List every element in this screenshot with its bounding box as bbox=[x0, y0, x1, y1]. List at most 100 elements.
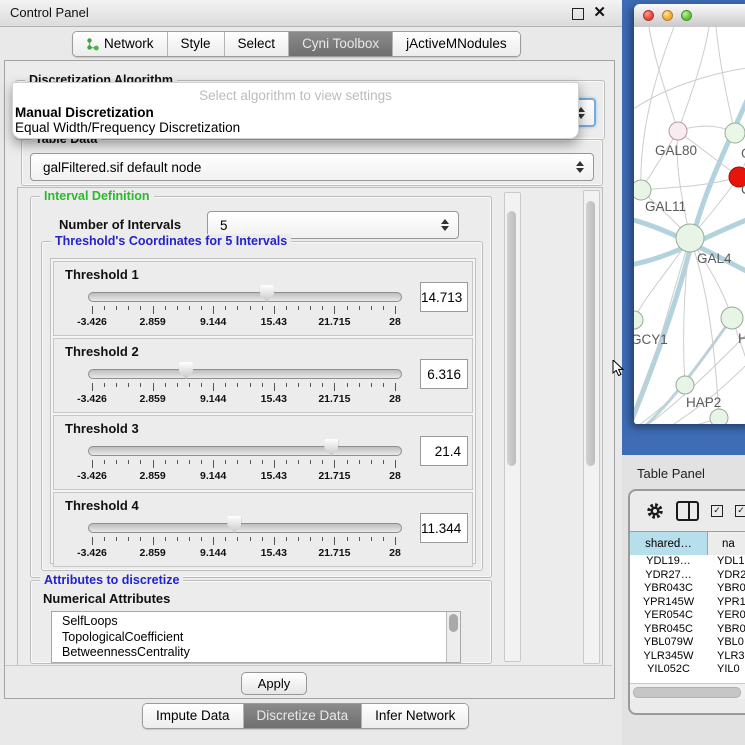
table-data-combobox[interactable]: galFiltered.sif default node bbox=[30, 153, 594, 181]
tab-jactivemnodules[interactable]: jActiveMNodules bbox=[393, 32, 520, 56]
slider-tick bbox=[177, 383, 178, 387]
attribute-list-item[interactable]: TopologicalCoefficient bbox=[52, 630, 460, 646]
table-row[interactable]: YDR27…YDR2 bbox=[630, 569, 745, 583]
slider-tick bbox=[274, 537, 275, 545]
threshold-label: Threshold 1 bbox=[65, 267, 139, 282]
cell-name: YER0 bbox=[707, 609, 745, 623]
horizontal-scrollbar[interactable] bbox=[630, 683, 745, 699]
list-scrollbar[interactable] bbox=[446, 612, 460, 662]
threshold-value-field[interactable]: 14.713 bbox=[420, 282, 468, 312]
slider-track[interactable] bbox=[88, 292, 402, 302]
float-button[interactable] bbox=[572, 8, 584, 20]
outer-scrollbar-thumb[interactable] bbox=[586, 201, 595, 466]
network-node-node-pink[interactable] bbox=[669, 122, 687, 140]
column-header-shared[interactable]: shared… bbox=[630, 532, 708, 555]
slider-tick bbox=[116, 306, 117, 310]
algorithm-option[interactable]: Equal Width/Frequency Discretization bbox=[15, 120, 240, 135]
cell-name: YBL0 bbox=[707, 636, 745, 650]
threshold-value-field[interactable]: 11.344 bbox=[420, 513, 468, 543]
horizontal-scrollbar-thumb[interactable] bbox=[633, 687, 741, 698]
tab-label: Infer Network bbox=[375, 704, 455, 728]
table-panel-region: Table Panel ✓ ✓ shared… na YDL19…YDL1YDR… bbox=[622, 455, 745, 745]
checkbox-icon[interactable]: ✓ bbox=[711, 505, 723, 517]
table-row[interactable]: YBR043CYBR0 bbox=[630, 582, 745, 596]
network-node-node-top-right[interactable] bbox=[725, 123, 745, 143]
thresholds-group: Threshold's Coordinates for 5 Intervals … bbox=[41, 241, 483, 571]
attribute-list-item[interactable]: SelfLoops bbox=[52, 614, 460, 630]
network-node-node-bottom[interactable] bbox=[710, 409, 728, 424]
slider-tick bbox=[347, 306, 348, 310]
threshold-value-field[interactable]: 21.4 bbox=[420, 436, 468, 466]
slider-tick bbox=[189, 537, 190, 541]
tab-label: Network bbox=[104, 32, 154, 56]
close-button[interactable]: ✕ bbox=[593, 3, 606, 21]
column-layout-icon[interactable] bbox=[676, 501, 699, 521]
column-header-name[interactable]: na bbox=[708, 532, 745, 555]
node-label: GCY1 bbox=[634, 332, 668, 347]
cell-name: YLR3 bbox=[707, 650, 745, 664]
slider-tick bbox=[371, 537, 372, 541]
slider-tick bbox=[310, 306, 311, 310]
node-label: GAL80 bbox=[655, 143, 697, 158]
checkbox-icon[interactable]: ✓ bbox=[735, 505, 745, 517]
table-body: YDL19…YDL1YDR27…YDR2YBR043CYBR0YPR145WYP… bbox=[630, 555, 745, 683]
number-of-intervals-label: Number of Intervals bbox=[59, 217, 181, 232]
tick-label: 21.715 bbox=[318, 316, 350, 328]
network-node-node-hap2[interactable] bbox=[676, 376, 694, 394]
table-row[interactable]: YDL19…YDL1 bbox=[630, 555, 745, 569]
network-node-node-right-mid[interactable] bbox=[721, 307, 743, 329]
node-label: H bbox=[738, 331, 745, 346]
slider-tick bbox=[165, 460, 166, 464]
tab-select[interactable]: Select bbox=[225, 32, 290, 56]
tab-infer-network[interactable]: Infer Network bbox=[362, 704, 468, 728]
minimize-traffic-light-icon[interactable] bbox=[662, 10, 673, 21]
slider-tick bbox=[395, 460, 396, 468]
tick-label: 28 bbox=[389, 470, 401, 482]
tab-cyni-toolbox[interactable]: Cyni Toolbox bbox=[289, 32, 393, 56]
slider-tick bbox=[128, 383, 129, 387]
algorithm-option[interactable]: Manual Discretization bbox=[15, 105, 154, 120]
tab-network[interactable]: Network bbox=[73, 32, 168, 56]
slider-track[interactable] bbox=[88, 369, 402, 379]
network-node-node-gcy1[interactable] bbox=[634, 311, 643, 329]
slider-tick bbox=[383, 460, 384, 464]
threshold-value-field[interactable]: 6.316 bbox=[420, 359, 468, 389]
tab-label: Discretize Data bbox=[257, 704, 349, 728]
table-row[interactable]: YLR345WYLR3 bbox=[630, 650, 745, 664]
slider-tick bbox=[92, 383, 93, 391]
inner-scrollbar[interactable] bbox=[504, 192, 521, 662]
slider-tick bbox=[213, 460, 214, 468]
tab-style[interactable]: Style bbox=[168, 32, 225, 56]
slider-tick bbox=[201, 537, 202, 541]
table-row[interactable]: YPR145WYPR1 bbox=[630, 596, 745, 610]
table-row[interactable]: YER054CYER0 bbox=[630, 609, 745, 623]
inner-scrollbar-thumb[interactable] bbox=[507, 211, 516, 466]
slider-tick bbox=[177, 460, 178, 464]
list-scrollbar-thumb[interactable] bbox=[449, 614, 458, 632]
attribute-list-item[interactable]: BetweennessCentrality bbox=[52, 645, 460, 661]
threshold-label: Threshold 4 bbox=[65, 498, 139, 513]
gear-icon[interactable] bbox=[646, 502, 664, 520]
settings-scroll-area: Interval Definition Number of Intervals … bbox=[17, 187, 603, 667]
table-row[interactable]: YBL079WYBL0 bbox=[630, 636, 745, 650]
slider-tick bbox=[298, 383, 299, 387]
network-canvas[interactable]: GAL80GCGAL11GAL4GCY1HHAP2 bbox=[634, 27, 745, 424]
network-view-window: GAL80GCGAL11GAL4GCY1HHAP2 bbox=[634, 4, 745, 424]
zoom-traffic-light-icon[interactable] bbox=[681, 10, 692, 21]
tab-impute-data[interactable]: Impute Data bbox=[143, 704, 244, 728]
tab-discretize-data[interactable]: Discretize Data bbox=[244, 704, 363, 728]
close-traffic-light-icon[interactable] bbox=[643, 10, 654, 21]
table-row[interactable]: YBR045CYBR0 bbox=[630, 623, 745, 637]
outer-scrollbar[interactable] bbox=[583, 190, 600, 664]
apply-button[interactable]: Apply bbox=[241, 672, 307, 695]
threshold-panel: Threshold 4-3.4262.8599.14415.4321.71528… bbox=[53, 492, 473, 567]
screen: Control Panel ✕ NetworkStyleSelectCyni T… bbox=[0, 0, 745, 745]
numerical-attributes-list: SelfLoopsTopologicalCoefficientBetweenne… bbox=[51, 611, 461, 663]
table-row[interactable]: YIL052CYIL0 bbox=[630, 663, 745, 677]
slider-track[interactable] bbox=[88, 446, 402, 456]
network-node-node-gal4[interactable] bbox=[676, 224, 704, 252]
slider-tick bbox=[286, 460, 287, 464]
slider-track[interactable] bbox=[88, 523, 402, 533]
network-node-node-gal11[interactable] bbox=[634, 180, 651, 200]
threshold-panel: Threshold 3-3.4262.8599.14415.4321.71528… bbox=[53, 415, 473, 490]
